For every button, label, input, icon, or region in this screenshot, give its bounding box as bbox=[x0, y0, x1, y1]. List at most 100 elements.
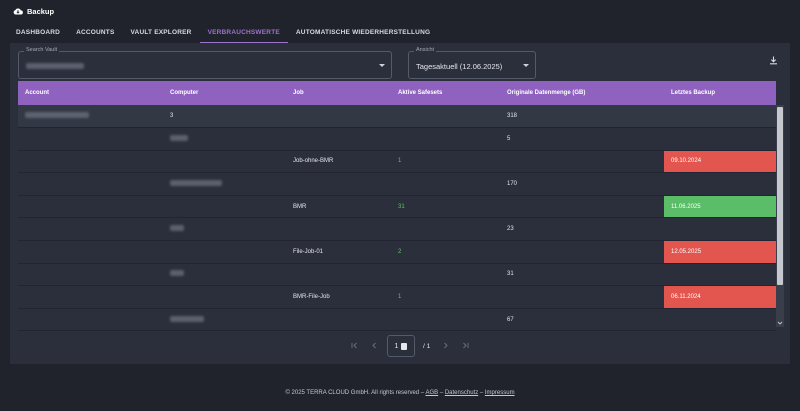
col-letztes-backup[interactable]: Letztes Backup bbox=[664, 81, 776, 105]
cell-job: File-Job-01 bbox=[286, 240, 391, 264]
cell-computer bbox=[163, 263, 286, 287]
cell-account bbox=[18, 105, 163, 129]
cell-account bbox=[18, 150, 163, 174]
prev-page-icon[interactable] bbox=[367, 342, 381, 351]
cell-job bbox=[286, 308, 391, 332]
table-row[interactable]: Job-ohne-BMR 1 09.10.2024 bbox=[18, 150, 776, 174]
cell-job bbox=[286, 172, 391, 196]
page-number-input[interactable]: 1 bbox=[387, 335, 415, 357]
search-vault-value bbox=[26, 62, 84, 71]
ansicht-label: Ansicht bbox=[414, 47, 437, 53]
col-account[interactable]: Account bbox=[18, 81, 163, 105]
current-page: 1 bbox=[394, 342, 399, 350]
col-datenmenge[interactable]: Originale Datenmenge (GB) bbox=[500, 81, 664, 105]
footer-copyright: © 2025 TERRA CLOUD GmbH. All rights rese… bbox=[285, 390, 425, 396]
footer: © 2025 TERRA CLOUD GmbH. All rights rese… bbox=[0, 390, 800, 396]
cell-datenmenge bbox=[500, 150, 664, 174]
cell-aktive-safesets: 31 bbox=[391, 195, 500, 219]
table-row[interactable]: 3 318 bbox=[18, 105, 776, 129]
table-row[interactable]: 67 bbox=[18, 308, 776, 332]
tab-accounts[interactable]: ACCOUNTS bbox=[68, 22, 122, 43]
caret-down-icon bbox=[523, 64, 529, 67]
main-nav: DASHBOARD ACCOUNTS VAULT EXPLORER VERBRA… bbox=[0, 22, 800, 43]
ansicht-select[interactable]: Ansicht Tagesaktuell (12.06.2025) bbox=[408, 47, 536, 79]
caret-down-icon bbox=[379, 64, 385, 67]
cell-account bbox=[18, 127, 163, 151]
table-row[interactable]: 5 bbox=[18, 127, 776, 151]
cell-datenmenge: 67 bbox=[500, 308, 664, 332]
cell-datenmenge: 31 bbox=[500, 263, 664, 287]
cell-computer: 3 bbox=[163, 105, 286, 129]
page-stepper-icon[interactable] bbox=[401, 342, 408, 350]
cell-computer bbox=[163, 127, 286, 151]
cloud-icon bbox=[13, 7, 23, 15]
table-row[interactable]: BMR 31 11.06.2025 bbox=[18, 195, 776, 219]
cell-datenmenge: 170 bbox=[500, 172, 664, 196]
cell-account bbox=[18, 240, 163, 264]
cell-account bbox=[18, 217, 163, 242]
cell-account bbox=[18, 172, 163, 196]
ansicht-value: Tagesaktuell (12.06.2025) bbox=[416, 62, 503, 71]
scroll-down-icon[interactable] bbox=[777, 319, 783, 327]
cell-letztes-backup: 12.05.2025 bbox=[664, 240, 776, 264]
pagination: 1 / 1 bbox=[344, 334, 475, 358]
tab-vault-explorer[interactable]: VAULT EXPLORER bbox=[123, 22, 200, 43]
table-row[interactable]: 31 bbox=[18, 263, 776, 287]
cell-aktive-safesets bbox=[391, 263, 500, 287]
col-aktive-safesets[interactable]: Aktive Safesets bbox=[391, 81, 500, 105]
cell-aktive-safesets bbox=[391, 127, 500, 151]
footer-separator: – bbox=[439, 390, 444, 396]
cell-account bbox=[18, 285, 163, 309]
cell-aktive-safesets: 1 bbox=[391, 150, 500, 174]
cell-aktive-safesets bbox=[391, 217, 500, 242]
cell-job bbox=[286, 263, 391, 287]
cell-computer bbox=[163, 172, 286, 196]
footer-link-agb[interactable]: AGB bbox=[425, 390, 438, 396]
cell-letztes-backup bbox=[664, 263, 776, 287]
table-row[interactable]: BMR-File-Job 1 06.11.2024 bbox=[18, 285, 776, 309]
cell-datenmenge bbox=[500, 240, 664, 264]
cell-letztes-backup: 09.10.2024 bbox=[664, 150, 776, 174]
footer-link-impressum[interactable]: Impressum bbox=[485, 390, 515, 396]
cell-letztes-backup bbox=[664, 217, 776, 242]
cell-computer bbox=[163, 308, 286, 332]
cell-datenmenge bbox=[500, 285, 664, 309]
table-row[interactable]: 23 bbox=[18, 217, 776, 242]
cell-letztes-backup bbox=[664, 127, 776, 151]
scrollbar-thumb[interactable] bbox=[777, 107, 783, 285]
cell-letztes-backup bbox=[664, 172, 776, 196]
table-scrollbar[interactable] bbox=[776, 105, 784, 327]
cell-job bbox=[286, 217, 391, 242]
download-icon[interactable] bbox=[769, 56, 778, 67]
tab-verbrauchswerte[interactable]: VERBRAUCHSWERTE bbox=[199, 22, 288, 43]
footer-separator: – bbox=[479, 390, 484, 396]
cell-aktive-safesets bbox=[391, 105, 500, 129]
cell-computer bbox=[163, 240, 286, 264]
footer-link-datenschutz[interactable]: Datenschutz bbox=[445, 390, 478, 396]
last-page-icon[interactable] bbox=[458, 342, 472, 351]
tab-automatische-wiederherstellung[interactable]: AUTOMATISCHE WIEDERHERSTELLUNG bbox=[288, 22, 438, 43]
cell-aktive-safesets: 1 bbox=[391, 285, 500, 309]
consumption-table: Account Computer Job Aktive Safesets Ori… bbox=[18, 81, 776, 332]
cell-datenmenge: 318 bbox=[500, 105, 664, 129]
total-pages: / 1 bbox=[423, 342, 431, 350]
cell-datenmenge: 23 bbox=[500, 217, 664, 242]
cell-letztes-backup: 06.11.2024 bbox=[664, 285, 776, 309]
cell-account bbox=[18, 308, 163, 332]
cell-job bbox=[286, 127, 391, 151]
cell-letztes-backup bbox=[664, 308, 776, 332]
search-vault-select[interactable]: Search Vault bbox=[18, 47, 392, 79]
col-computer[interactable]: Computer bbox=[163, 81, 286, 105]
cell-job: BMR-File-Job bbox=[286, 285, 391, 309]
tab-dashboard[interactable]: DASHBOARD bbox=[8, 22, 68, 43]
next-page-icon[interactable] bbox=[438, 342, 452, 351]
cell-computer bbox=[163, 150, 286, 174]
table-row[interactable]: File-Job-01 2 12.05.2025 bbox=[18, 240, 776, 264]
col-job[interactable]: Job bbox=[286, 81, 391, 105]
content-panel: Search Vault Ansicht Tagesaktuell (12.06… bbox=[10, 43, 790, 364]
search-vault-label: Search Vault bbox=[24, 47, 60, 53]
table-row[interactable]: 170 bbox=[18, 172, 776, 196]
cell-computer bbox=[163, 285, 286, 309]
first-page-icon[interactable] bbox=[347, 342, 361, 351]
cell-letztes-backup: 11.06.2025 bbox=[664, 195, 776, 219]
